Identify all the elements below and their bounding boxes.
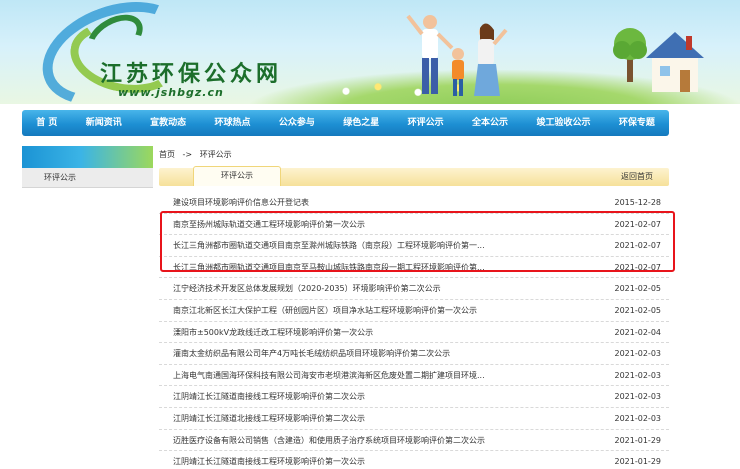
section-header: 环评公示 返回首页 [159, 166, 669, 186]
list-item: 迈胜医疗设备有限公司销售（含建造）和使用质子治疗系统项目环境影响评价第二次公示 2… [159, 430, 669, 452]
nav-item-global-hotspots[interactable]: 环球热点 [200, 110, 264, 136]
list-item-date: 2021-02-05 [614, 305, 662, 315]
list-item: 江阴靖江长江隧道南接线工程环境影响评价第二次公示 2021-02-03 [159, 386, 669, 408]
list-item-title-link[interactable]: 南京至扬州城际轨道交通工程环境影响评价第一次公示 [173, 214, 543, 235]
list-item-title-link[interactable]: 建设项目环境影响评价信息公开登记表 [173, 192, 543, 213]
nav-item-news[interactable]: 新闻资讯 [72, 110, 136, 136]
list-item: 长江三角洲都市圈轨道交通项目南京至马鞍山城际铁路南京段一期工程环境影响评价第..… [159, 257, 669, 279]
back-to-home-link[interactable]: 返回首页 [621, 168, 653, 186]
page: 江苏环保公众网 www.jshbgz.cn 首 页 新闻资讯 宣教动态 环球热点… [0, 0, 740, 469]
list-item-title-link[interactable]: 迈胜医疗设备有限公司销售（含建造）和使用质子治疗系统项目环境影响评价第二次公示 [173, 430, 543, 451]
list-item-date: 2021-02-03 [614, 370, 662, 380]
main-navigation: 首 页 新闻资讯 宣教动态 环球热点 公众参与 绿色之星 环评公示 全本公示 竣… [22, 110, 669, 136]
list-item-title-link[interactable]: 江阴靖江长江隧道南接线工程环境影响评价第二次公示 [173, 386, 543, 407]
breadcrumb: 首页 -> 环评公示 [159, 146, 669, 164]
nav-item-eia-notice[interactable]: 环评公示 [393, 110, 457, 136]
notice-list: 建设项目环境影响评价信息公开登记表 2015-12-28 南京至扬州城际轨道交通工… [159, 192, 669, 469]
list-item: 南京江北新区长江大保护工程（研创园片区）项目净水站工程环境影响评价第一次公示 20… [159, 300, 669, 322]
list-item-title-link[interactable]: 南京江北新区长江大保护工程（研创园片区）项目净水站工程环境影响评价第一次公示 [173, 300, 543, 321]
list-item-date: 2015-12-28 [614, 198, 662, 207]
nav-item-full-notice[interactable]: 全本公示 [458, 110, 522, 136]
nav-item-green-star[interactable]: 绿色之星 [329, 110, 393, 136]
nav-item-env-topics[interactable]: 环保专题 [605, 110, 669, 136]
list-item-date: 2021-02-04 [614, 327, 662, 337]
header-banner: 江苏环保公众网 www.jshbgz.cn [0, 0, 740, 104]
list-item: 南京至扬州城际轨道交通工程环境影响评价第一次公示 2021-02-07 [159, 214, 669, 236]
list-item-date: 2021-02-03 [614, 349, 662, 359]
nav-item-completion-acceptance[interactable]: 竣工验收公示 [522, 110, 604, 136]
list-item: 江阴靖江长江隧道南接线工程环境影响评价第一次公示 2021-01-29 [159, 451, 669, 469]
list-item-date: 2021-02-05 [614, 284, 662, 294]
list-item: 灌南太金纺织品有限公司年产4万吨长毛绒纺织品项目环境影响评价第二次公示 2021-… [159, 343, 669, 365]
list-item-date: 2021-01-29 [614, 435, 662, 445]
list-item-title-link[interactable]: 江宁经济技术开发区总体发展规划（2020-2035）环境影响评价第二次公示 [173, 278, 543, 299]
nav-item-public-participation[interactable]: 公众参与 [265, 110, 329, 136]
list-item-title-link[interactable]: 上海电气南通国海环保科技有限公司海安市老坝港滨海新区危废处置二期扩建项目环境..… [173, 365, 543, 386]
list-item: 上海电气南通国海环保科技有限公司海安市老坝港滨海新区危废处置二期扩建项目环境..… [159, 365, 669, 387]
list-item-title-link[interactable]: 长江三角洲都市圈轨道交通项目南京至滁州城际铁路（南京段）工程环境影响评价第一..… [173, 235, 543, 256]
main-content: 首页 -> 环评公示 环评公示 返回首页 建设项目环境影响评价信息公开登记表 20… [159, 146, 669, 469]
breadcrumb-home-link[interactable]: 首页 [159, 150, 175, 159]
list-item-date: 2021-02-07 [614, 241, 662, 251]
list-item-title-link[interactable]: 溧阳市±500kV龙政线迁改工程环境影响评价第一次公示 [173, 322, 543, 343]
list-item: 长江三角洲都市圈轨道交通项目南京至滁州城际铁路（南京段）工程环境影响评价第一..… [159, 235, 669, 257]
nav-item-education[interactable]: 宣教动态 [136, 110, 200, 136]
sidebar-item-eia-notice[interactable]: 环评公示 [22, 168, 153, 188]
list-item-date: 2021-01-29 [614, 457, 662, 467]
nav-item-home[interactable]: 首 页 [22, 110, 72, 136]
list-item-date: 2021-02-03 [614, 413, 662, 423]
list-item: 江宁经济技术开发区总体发展规划（2020-2035）环境影响评价第二次公示 202… [159, 278, 669, 300]
family-illustration [406, 14, 508, 96]
list-item-title-link[interactable]: 灌南太金纺织品有限公司年产4万吨长毛绒纺织品项目环境影响评价第二次公示 [173, 343, 543, 364]
list-item-date: 2021-02-03 [614, 392, 662, 402]
house-illustration [646, 32, 704, 92]
list-item-title-link[interactable]: 江阴靖江长江隧道北接线工程环境影响评价第二次公示 [173, 408, 543, 429]
list-item: 江阴靖江长江隧道北接线工程环境影响评价第二次公示 2021-02-03 [159, 408, 669, 430]
section-title-tab: 环评公示 [193, 166, 281, 186]
site-url: www.jshbgz.cn [118, 86, 224, 99]
list-item-title-link[interactable]: 江阴靖江长江隧道南接线工程环境影响评价第一次公示 [173, 451, 543, 469]
list-item: 建设项目环境影响评价信息公开登记表 2015-12-28 [159, 192, 669, 214]
list-item: 溧阳市±500kV龙政线迁改工程环境影响评价第一次公示 2021-02-04 [159, 322, 669, 344]
list-item-title-link[interactable]: 长江三角洲都市圈轨道交通项目南京至马鞍山城际铁路南京段一期工程环境影响评价第..… [173, 257, 543, 278]
sidebar-header-banner [22, 146, 153, 168]
list-item-date: 2021-02-07 [614, 262, 662, 272]
breadcrumb-separator: -> [182, 150, 193, 159]
site-title: 江苏环保公众网 [100, 61, 283, 87]
left-sidebar: 环评公示 [22, 146, 153, 469]
breadcrumb-current: 环评公示 [199, 150, 232, 159]
list-item-date: 2021-02-07 [614, 219, 662, 229]
